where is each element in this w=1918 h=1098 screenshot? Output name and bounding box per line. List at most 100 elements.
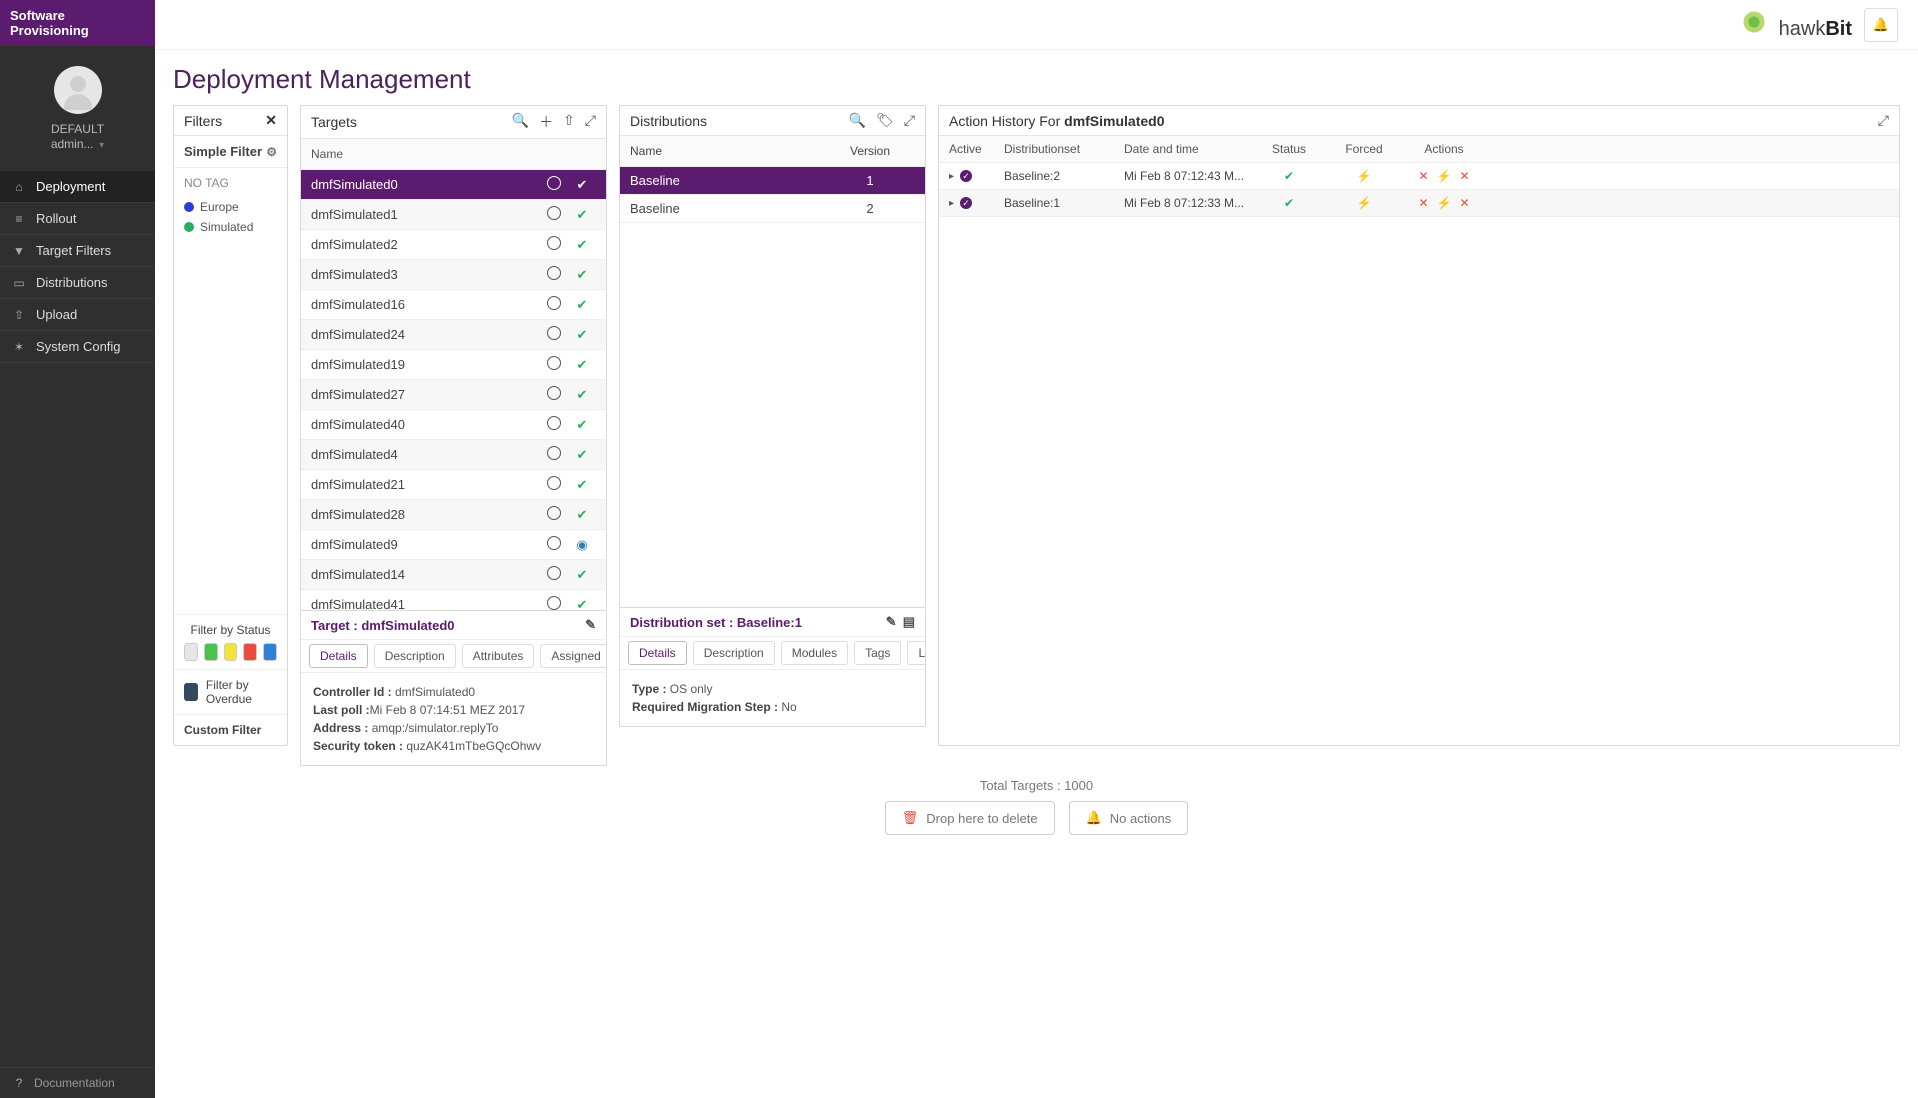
total-targets-label: Total Targets : xyxy=(980,778,1064,793)
tab-attributes[interactable]: Attributes xyxy=(462,644,535,668)
close-icon[interactable]: ✕ xyxy=(265,112,277,129)
nav-item-upload[interactable]: ⇧Upload xyxy=(0,299,155,331)
cancel-action-icon[interactable]: ✕ xyxy=(1418,169,1428,183)
tag-dot-icon xyxy=(184,222,194,232)
status-ok-icon: ✔ xyxy=(577,417,588,432)
tag-filter[interactable]: Europe xyxy=(184,200,277,214)
status-swatch[interactable] xyxy=(243,643,257,661)
status-pending-icon xyxy=(547,476,561,490)
page-title: Deployment Management xyxy=(173,64,1900,95)
status-pending-icon xyxy=(547,386,561,400)
nav-item-deployment[interactable]: ⌂Deployment xyxy=(0,171,155,203)
status-swatch[interactable] xyxy=(204,643,218,661)
custom-filter-button[interactable]: Custom Filter xyxy=(174,714,287,745)
status-swatch[interactable] xyxy=(224,643,238,661)
avatar xyxy=(54,66,102,114)
target-row[interactable]: dmfSimulated19✔ xyxy=(301,350,606,380)
tab-description[interactable]: Description xyxy=(693,641,775,665)
target-details-name: dmfSimulated0 xyxy=(361,618,454,633)
targets-panel: Targets 🔍 ＋ ⇧ ⤢ Name dmfSimulated0✔dmfSi… xyxy=(300,105,607,611)
status-pending-icon xyxy=(547,506,561,520)
gear-icon[interactable]: ⚙ xyxy=(266,145,277,159)
target-row[interactable]: dmfSimulated0✔ xyxy=(301,170,606,200)
target-row[interactable]: dmfSimulated27✔ xyxy=(301,380,606,410)
targets-list[interactable]: dmfSimulated0✔dmfSimulated1✔dmfSimulated… xyxy=(301,170,606,610)
expand-icon[interactable]: ⤢ xyxy=(904,112,915,129)
tab-modules[interactable]: Modules xyxy=(781,641,848,665)
tab-tags[interactable]: Tags xyxy=(854,641,901,665)
distribution-row[interactable]: Baseline1 xyxy=(620,167,925,195)
history-row[interactable]: ▸✓Baseline:1Mi Feb 8 07:12:33 M...✔⚡✕⚡✕ xyxy=(939,190,1899,217)
user-menu[interactable]: admin... ▾ xyxy=(10,136,145,151)
edit-icon[interactable]: ✎ xyxy=(585,617,596,633)
target-details-prefix: Target : xyxy=(311,618,361,633)
tag-filter[interactable]: Simulated xyxy=(184,220,277,234)
delete-action-icon[interactable]: ✕ xyxy=(1459,196,1469,210)
target-row[interactable]: dmfSimulated24✔ xyxy=(301,320,606,350)
search-icon[interactable]: 🔍 xyxy=(849,112,866,129)
target-row[interactable]: dmfSimulated9◉ xyxy=(301,530,606,560)
target-row[interactable]: dmfSimulated2✔ xyxy=(301,230,606,260)
expand-icon[interactable]: ⤢ xyxy=(585,112,596,132)
nav-item-target-filters[interactable]: ▼Target Filters xyxy=(0,235,155,267)
history-row[interactable]: ▸✓Baseline:2Mi Feb 8 07:12:43 M...✔⚡✕⚡✕ xyxy=(939,163,1899,190)
tab-details[interactable]: Details xyxy=(628,641,687,665)
status-swatch[interactable] xyxy=(184,643,198,661)
documentation-label: Documentation xyxy=(34,1076,115,1090)
documentation-link[interactable]: ? Documentation xyxy=(0,1067,155,1098)
status-ok-icon: ✔ xyxy=(577,567,588,582)
drop-delete-zone[interactable]: 🗑 Drop here to delete xyxy=(885,801,1055,835)
status-swatch[interactable] xyxy=(263,643,277,661)
tab-assigned[interactable]: Assigned xyxy=(540,644,606,668)
status-pending-icon xyxy=(547,206,561,220)
target-row[interactable]: dmfSimulated4✔ xyxy=(301,440,606,470)
app-title: Software Provisioning xyxy=(0,0,155,46)
status-ok-icon: ✔ xyxy=(577,447,588,462)
nav-item-distributions[interactable]: ▭Distributions xyxy=(0,267,155,299)
overdue-swatch[interactable] xyxy=(184,683,198,701)
target-row[interactable]: dmfSimulated41✔ xyxy=(301,590,606,610)
active-status-icon: ✓ xyxy=(960,197,972,209)
tab-log[interactable]: Log xyxy=(907,641,925,665)
target-row[interactable]: dmfSimulated21✔ xyxy=(301,470,606,500)
target-row[interactable]: dmfSimulated14✔ xyxy=(301,560,606,590)
tag-dot-icon xyxy=(184,202,194,212)
tab-details[interactable]: Details xyxy=(309,644,368,668)
distribution-row[interactable]: Baseline2 xyxy=(620,195,925,223)
target-row[interactable]: dmfSimulated16✔ xyxy=(301,290,606,320)
dist-col-version: Version xyxy=(825,144,915,158)
tag-icon[interactable]: 🏷 xyxy=(876,112,894,129)
target-details-panel: Target : dmfSimulated0 ✎ DetailsDescript… xyxy=(300,611,607,766)
notifications-button[interactable]: 🔔 xyxy=(1864,8,1898,42)
metadata-icon[interactable]: ▤ xyxy=(903,614,915,630)
expand-icon[interactable]: ⤢ xyxy=(1878,112,1889,129)
expand-row-icon[interactable]: ▸ xyxy=(949,198,954,209)
status-pending-icon xyxy=(547,326,561,340)
distributions-title: Distributions xyxy=(630,113,707,129)
expand-row-icon[interactable]: ▸ xyxy=(949,171,954,182)
forced-icon: ⚡ xyxy=(1324,169,1404,183)
target-row[interactable]: dmfSimulated1✔ xyxy=(301,200,606,230)
status-pending-icon xyxy=(547,356,561,370)
nav-item-rollout[interactable]: ≡Rollout xyxy=(0,203,155,235)
force-action-icon[interactable]: ⚡ xyxy=(1437,169,1452,183)
no-actions-zone[interactable]: 🔔 No actions xyxy=(1069,801,1189,835)
add-icon[interactable]: ＋ xyxy=(539,112,553,132)
upload-icon[interactable]: ⇧ xyxy=(563,112,575,132)
target-row[interactable]: dmfSimulated28✔ xyxy=(301,500,606,530)
search-icon[interactable]: 🔍 xyxy=(512,112,529,132)
brand-logo: hawkBit xyxy=(1741,9,1852,41)
target-row[interactable]: dmfSimulated3✔ xyxy=(301,260,606,290)
nav-item-system-config[interactable]: ✶System Config xyxy=(0,331,155,363)
tab-description[interactable]: Description xyxy=(374,644,456,668)
delete-action-icon[interactable]: ✕ xyxy=(1459,169,1469,183)
target-row[interactable]: dmfSimulated40✔ xyxy=(301,410,606,440)
user-tenant: DEFAULT xyxy=(10,122,145,136)
no-tag-filter[interactable]: NO TAG xyxy=(184,176,277,190)
edit-icon[interactable]: ✎ xyxy=(886,614,897,630)
status-ok-icon: ✔ xyxy=(577,177,588,192)
force-action-icon[interactable]: ⚡ xyxy=(1437,196,1452,210)
cancel-action-icon[interactable]: ✕ xyxy=(1418,196,1428,210)
distributions-list[interactable]: Baseline1Baseline2 xyxy=(620,167,925,607)
filters-panel: Filters ✕ Simple Filter ⚙ NO TAG EuropeS… xyxy=(173,105,288,746)
